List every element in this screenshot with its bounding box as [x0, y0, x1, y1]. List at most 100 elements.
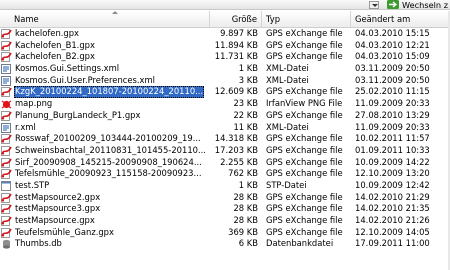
file-row[interactable]: test.STP 1 KB STP-Datei 10.09.2009 12:42 — [0, 180, 450, 192]
file-modified-date: 14.02.2010 21:26 — [355, 215, 430, 225]
file-size: 14.318 KB — [214, 133, 258, 144]
file-modified-date: 14.02.2010 21:29 — [355, 191, 430, 202]
file-modified-date: 04.03.2010 15:15 — [355, 28, 430, 38]
gpx-file-icon — [1, 87, 12, 98]
name-cell: testMapsource.gpx — [0, 215, 210, 227]
file-type: GPS eXchange file — [266, 203, 343, 214]
file-name: test.STP — [15, 179, 50, 190]
file-type: GPS eXchange file — [266, 133, 343, 144]
gpx-file-icon — [1, 29, 12, 39]
address-bar-strip: Wechseln z — [0, 0, 450, 10]
file-row[interactable]: testMapsource3.gpx 28 KB GPS eXchange file… — [0, 203, 450, 215]
name-cell: Sirf_20090908_145215-20090908_190624... — [0, 157, 210, 169]
file-row[interactable]: KzgK_20100224_101807-20100224_20110... 12… — [0, 86, 450, 99]
file-row[interactable]: Teufelsmühle_Ganz.gpx 369 KB GPS eXchange … — [0, 227, 450, 239]
name-cell: kachelofen.gpx — [0, 28, 210, 40]
file-type: XML-Datei — [266, 63, 309, 74]
column-header-bar: Name Größe Typ Geändert am — [0, 11, 450, 28]
file-size: 12.609 KB — [214, 86, 258, 97]
go-button-label[interactable]: Wechseln z — [402, 0, 448, 10]
name-cell: Tefelsmühle_20090923_115158-20090923... — [0, 168, 210, 180]
column-header-type[interactable]: Typ — [262, 11, 351, 27]
file-name: Planung_BurgLandeck_P1.gpx — [15, 109, 141, 120]
file-size: 28 KB — [233, 215, 258, 225]
file-name: map.png — [15, 98, 53, 109]
file-name: Kachelofen_B2.gpx — [15, 51, 95, 62]
file-row[interactable]: Kachelofen_B2.gpx 11.731 KB GPS eXchange f… — [0, 51, 450, 63]
name-cell: Rosswaf_20100209_103444-20100209_19... — [0, 133, 210, 145]
gpx-file-icon — [1, 192, 12, 203]
file-list: kachelofen.gpx 9.897 KB GPS eXchange file 0… — [0, 28, 450, 250]
file-size: 11 KB — [233, 121, 258, 132]
file-size: 3 KB — [238, 74, 258, 85]
column-header-size[interactable]: Größe — [210, 11, 262, 27]
go-arrow-icon[interactable] — [387, 0, 399, 9]
file-name: Rosswaf_20100209_103444-20100209_19... — [15, 133, 201, 144]
file-modified-date: 11.09.2009 20:33 — [355, 98, 430, 109]
file-name: KzgK_20100224_101807-20100224_20110... — [14, 86, 205, 99]
file-row[interactable]: Kosmos.Gui.User.Preferences.xml 3 KB XML-D… — [0, 75, 450, 87]
gpx-file-icon — [1, 169, 12, 180]
file-type: GPS eXchange file — [266, 215, 343, 225]
file-row[interactable]: Schweinsbachtal_20110831_101455-20110...… — [0, 145, 450, 157]
file-type: GPS eXchange file — [266, 226, 343, 237]
file-size: 1 KB — [238, 179, 258, 190]
file-modified-date: 27.08.2010 13:29 — [355, 109, 430, 120]
file-name: testMapsource2.gpx — [15, 191, 101, 202]
file-row[interactable]: Thumbs.db 6 KB Datenbankdatei 17.09.2011 11… — [0, 238, 450, 250]
name-cell: testMapsource2.gpx — [0, 192, 210, 204]
file-size: 23 KB — [233, 98, 258, 109]
file-modified-date: 01.09.2011 10:33 — [355, 144, 430, 155]
gpx-file-icon — [1, 157, 12, 168]
file-row[interactable]: Kosmos.Gui.Settings.xml 1 KB XML-Datei 03.1… — [0, 63, 450, 75]
file-name: testMapsource3.gpx — [15, 203, 101, 214]
file-name: Tefelsmühle_20090923_115158-20090923... — [15, 168, 202, 179]
file-row[interactable]: map.png 23 KB IrfanView PNG File 11.09.2009… — [0, 98, 450, 110]
file-modified-date: 04.03.2010 12:21 — [355, 39, 430, 50]
file-name: Thumbs.db — [15, 238, 62, 249]
file-row[interactable]: Kachelofen_B1.gpx 11.894 KB GPS eXchange f… — [0, 40, 450, 52]
file-row[interactable]: kachelofen.gpx 9.897 KB GPS eXchange file 0… — [0, 28, 450, 40]
file-name: Kachelofen_B1.gpx — [15, 39, 95, 50]
file-type: GPS eXchange file — [266, 86, 343, 97]
column-header-name[interactable]: Name — [0, 11, 210, 27]
file-size: 17.203 KB — [214, 144, 258, 155]
file-row[interactable]: testMapsource2.gpx 28 KB GPS eXchange file… — [0, 192, 450, 204]
column-header-date[interactable]: Geändert am — [351, 11, 450, 27]
file-row[interactable]: Tefelsmühle_20090923_115158-20090923... 7… — [0, 168, 450, 180]
name-cell: Kachelofen_B2.gpx — [0, 51, 210, 63]
file-type: Datenbankdatei — [266, 238, 334, 249]
file-modified-date: 11.09.2009 20:33 — [355, 121, 430, 132]
gpx-file-icon — [1, 227, 12, 238]
file-row[interactable]: testMapsource.gpx 28 KB GPS eXchange file 1… — [0, 215, 450, 227]
file-size: 1 KB — [238, 63, 258, 74]
file-row[interactable]: Rosswaf_20100209_103444-20100209_19... 14… — [0, 133, 450, 145]
file-modified-date: 04.03.2010 15:09 — [355, 51, 430, 62]
address-dropdown-button[interactable] — [369, 0, 379, 9]
file-type: GPS eXchange file — [266, 156, 343, 167]
file-row[interactable]: r.xml 11 KB XML-Datei 11.09.2009 20:33 — [0, 122, 450, 134]
file-modified-date: 25.02.2010 11:15 — [355, 86, 430, 97]
name-cell: Schweinsbachtal_20110831_101455-20110... — [0, 145, 210, 157]
file-type: XML-Datei — [266, 74, 309, 85]
name-cell: Kachelofen_B1.gpx — [0, 40, 210, 52]
file-name: r.xml — [15, 121, 36, 132]
file-size: 9.897 KB — [220, 28, 258, 38]
file-type: GPS eXchange file — [266, 168, 343, 179]
gpx-file-icon — [1, 134, 12, 145]
database-file-icon — [1, 239, 12, 249]
name-cell: Kosmos.Gui.Settings.xml — [0, 63, 210, 75]
file-row[interactable]: Planung_BurgLandeck_P1.gpx 22 KB GPS eXcha… — [0, 110, 450, 122]
file-type: GPS eXchange file — [266, 51, 343, 62]
name-cell: Planung_BurgLandeck_P1.gpx — [0, 110, 210, 122]
file-row[interactable]: Sirf_20090908_145215-20090908_190624... 2… — [0, 157, 450, 169]
gpx-file-icon — [1, 216, 12, 226]
sort-ascending-icon — [112, 11, 118, 14]
gpx-file-icon — [1, 52, 12, 63]
gpx-file-icon — [1, 145, 12, 156]
file-name: Teufelsmühle_Ganz.gpx — [15, 226, 114, 237]
file-modified-date: 10.09.2009 14:22 — [355, 156, 430, 167]
name-cell: Kosmos.Gui.User.Preferences.xml — [0, 75, 210, 87]
file-size: 28 KB — [233, 191, 258, 202]
name-cell: r.xml — [0, 122, 210, 134]
